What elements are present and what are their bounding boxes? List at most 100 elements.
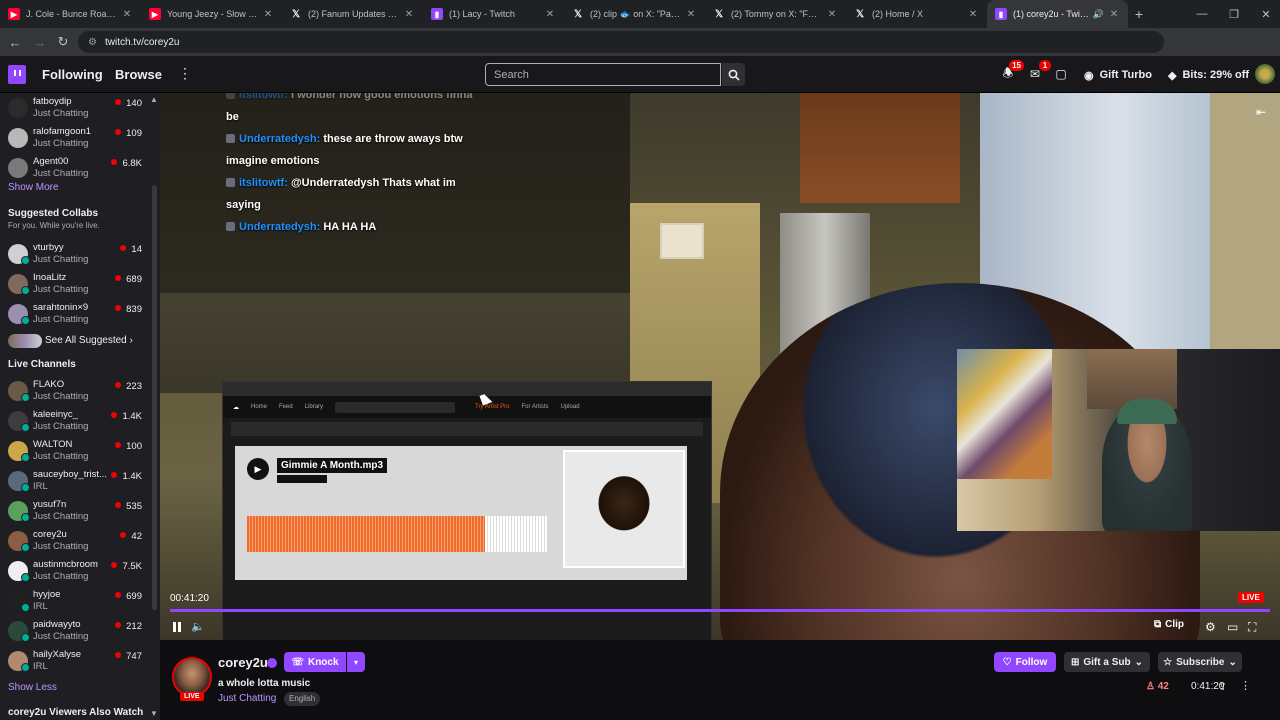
sidebar-channel[interactable]: ralofamgoon1 Just Chatting 109: [0, 123, 150, 153]
search-icon: [728, 69, 740, 81]
sidebar-channel[interactable]: hailyXalyse IRL 747: [0, 646, 150, 676]
close-window-icon[interactable]: ✕: [1250, 0, 1280, 28]
forward-icon[interactable]: →: [28, 30, 52, 54]
sidebar-channel[interactable]: InoaLitz Just Chatting 689: [0, 269, 150, 299]
close-tab-icon[interactable]: ✕: [403, 9, 415, 20]
browser-tab[interactable]: ▮ (1) Lacy - Twitch ✕: [423, 0, 564, 28]
back-icon[interactable]: ←: [3, 30, 27, 54]
sidebar-channel[interactable]: vturbyy Just Chatting 14: [0, 239, 150, 269]
suggested-collabs-heading: Suggested Collabs: [8, 208, 99, 219]
browse-link[interactable]: Browse: [115, 67, 162, 82]
browser-tab[interactable]: 𝕏 (2) Fanum Updates 🖊 on ✕: [282, 0, 423, 28]
live-badge: LIVE: [1238, 592, 1264, 603]
category-link[interactable]: Just Chatting: [218, 693, 276, 704]
site-info-icon[interactable]: ⚙: [88, 37, 97, 48]
close-tab-icon[interactable]: ✕: [685, 9, 697, 20]
browser-tab[interactable]: ▮ (1) corey2u - Twitch 🔊 ✕: [987, 0, 1128, 28]
restore-icon[interactable]: ❐: [1218, 0, 1250, 28]
browser-tab[interactable]: ▶ Young Jeezy - Slow Grind ✕: [141, 0, 282, 28]
share-icon[interactable]: ⇪: [1218, 680, 1227, 693]
sidebar-channel[interactable]: kaleeinyc_ Just Chatting 1.4K: [0, 406, 150, 436]
x-icon: 𝕏: [291, 8, 301, 20]
sidebar-channel[interactable]: hyyjoe IRL 699: [0, 586, 150, 616]
notifications-icon[interactable]: 🕭 15: [1000, 60, 1024, 82]
chat-message: HA HA HA: [323, 221, 377, 233]
tab-audio-icon[interactable]: 🔊: [1093, 9, 1104, 20]
search-input[interactable]: Search: [485, 63, 721, 86]
channel-name: hyyjoe: [33, 589, 61, 600]
more-options-icon[interactable]: ⋮: [178, 65, 192, 82]
twitch-logo-icon[interactable]: [8, 65, 26, 84]
clip-button[interactable]: ⧉ Clip: [1154, 619, 1184, 630]
follow-button[interactable]: ♡ Follow: [994, 652, 1056, 672]
channel-name: yusuf7n: [33, 499, 67, 510]
collapse-icon[interactable]: ⇤: [1256, 105, 1266, 119]
scroll-down-icon[interactable]: ▼: [150, 709, 158, 718]
volume-icon[interactable]: 🔈: [191, 620, 205, 633]
inbox-icon[interactable]: ✉ 1: [1027, 60, 1051, 82]
sidebar-channel[interactable]: paidwayyto Just Chatting 212: [0, 616, 150, 646]
browser-tab[interactable]: 𝕏 (2) Home / X ✕: [846, 0, 987, 28]
more-options-icon[interactable]: ⋮: [1240, 679, 1251, 692]
sidebar-channel[interactable]: fatboydip Just Chatting 140: [0, 93, 150, 123]
browser-tab[interactable]: 𝕏 (2) Tommy on X: "FunnyM ✕: [705, 0, 846, 28]
webcam-overlay: [957, 349, 1280, 531]
video-player[interactable]: itslitowtf: I wonder how good emotions f…: [160, 93, 1280, 640]
sidebar-channel[interactable]: Agent00 Just Chatting 6.8K: [0, 153, 150, 183]
sidebar-channel[interactable]: sauceyboy_trist... IRL 1.4K: [0, 466, 150, 496]
channel-avatar[interactable]: [172, 657, 212, 697]
fullscreen-icon[interactable]: ⛶: [1248, 620, 1256, 635]
user-avatar[interactable]: [1255, 64, 1275, 84]
close-tab-icon[interactable]: ✕: [544, 9, 556, 20]
clip-label: Clip: [1165, 619, 1185, 630]
language-tag[interactable]: English: [284, 692, 321, 706]
gift-sub-button[interactable]: ⊞ Gift a Sub ⌄: [1064, 652, 1150, 672]
subscribe-button[interactable]: ☆ Subscribe ⌄: [1158, 652, 1242, 672]
close-tab-icon[interactable]: ✕: [121, 9, 133, 20]
browser-tab[interactable]: 𝕏 (2) clip 🐟 on X: "Paul Mi ✕: [564, 0, 705, 28]
bits-button[interactable]: ◆ Bits: 29% off: [1168, 63, 1249, 87]
close-tab-icon[interactable]: ✕: [1108, 9, 1120, 20]
suggested-avatars: [8, 334, 42, 348]
progress-bar[interactable]: [170, 609, 1270, 612]
knock-dropdown-icon[interactable]: ▾: [347, 652, 365, 672]
browser-tab-title: (1) Lacy - Twitch: [449, 9, 515, 19]
sidebar-channel[interactable]: FLAKO Just Chatting 223: [0, 376, 150, 406]
whispers-icon[interactable]: ▢: [1053, 66, 1069, 82]
viewers-icon: ♙: [1146, 681, 1155, 692]
sidebar-channel[interactable]: sarahtonin×9 Just Chatting 839: [0, 299, 150, 329]
chat-message: be: [226, 111, 239, 123]
search-button[interactable]: [722, 63, 745, 86]
sidebar-channel[interactable]: austinmcbroom Just Chatting 7.5K: [0, 556, 150, 586]
new-tab-icon[interactable]: +: [1128, 0, 1150, 28]
reload-icon[interactable]: ↻: [51, 30, 75, 54]
channel-category: Just Chatting: [33, 631, 89, 642]
sc-search: [335, 401, 456, 413]
settings-gear-icon[interactable]: ⚙: [1205, 620, 1216, 634]
sidebar-scrollbar[interactable]: [152, 185, 157, 610]
chat-username: itslitowtf:: [239, 177, 288, 189]
gift-turbo-button[interactable]: ◉ Gift Turbo: [1084, 63, 1152, 87]
close-tab-icon[interactable]: ✕: [967, 9, 979, 20]
knock-button[interactable]: ☏ Knock: [284, 652, 346, 672]
sidebar-channel[interactable]: WALTON Just Chatting 100: [0, 436, 150, 466]
see-all-suggested-link[interactable]: See All Suggested ›: [45, 335, 133, 346]
minimize-icon[interactable]: —: [1186, 0, 1218, 28]
status-icon: [21, 543, 30, 552]
viewer-count: 839: [115, 304, 142, 315]
channel-name[interactable]: corey2u: [218, 655, 268, 670]
url-field[interactable]: ⚙ twitch.tv/corey2u: [78, 31, 1164, 53]
close-tab-icon[interactable]: ✕: [826, 9, 838, 20]
theatre-mode-icon[interactable]: ▭: [1227, 620, 1238, 634]
sidebar-channel[interactable]: yusuf7n Just Chatting 535: [0, 496, 150, 526]
show-more-link[interactable]: Show More: [8, 182, 59, 193]
chat-badge-icon: [226, 134, 235, 143]
scroll-up-icon[interactable]: ▲: [150, 95, 158, 104]
channel-category: Just Chatting: [33, 168, 89, 179]
following-link[interactable]: Following: [42, 67, 103, 82]
pause-icon[interactable]: [170, 621, 184, 635]
browser-tab[interactable]: ▶ J. Cole - Bunce Road Blues ✕: [0, 0, 141, 28]
close-tab-icon[interactable]: ✕: [262, 9, 274, 20]
sidebar-channel[interactable]: corey2u Just Chatting 42: [0, 526, 150, 556]
show-less-link[interactable]: Show Less: [8, 682, 57, 693]
